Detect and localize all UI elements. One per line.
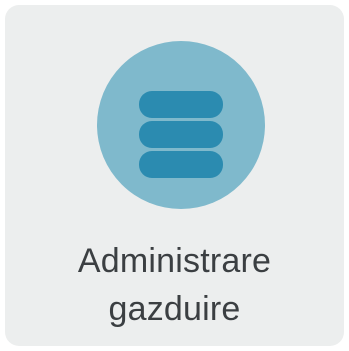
tile-label-line1: Administrare — [77, 242, 272, 280]
icon-badge — [97, 41, 265, 209]
tile-label: Administrare gazduire — [5, 237, 344, 333]
database-icon — [139, 91, 223, 178]
hosting-admin-tile[interactable]: Administrare gazduire — [5, 5, 344, 346]
tile-label-line2: gazduire — [108, 290, 241, 328]
